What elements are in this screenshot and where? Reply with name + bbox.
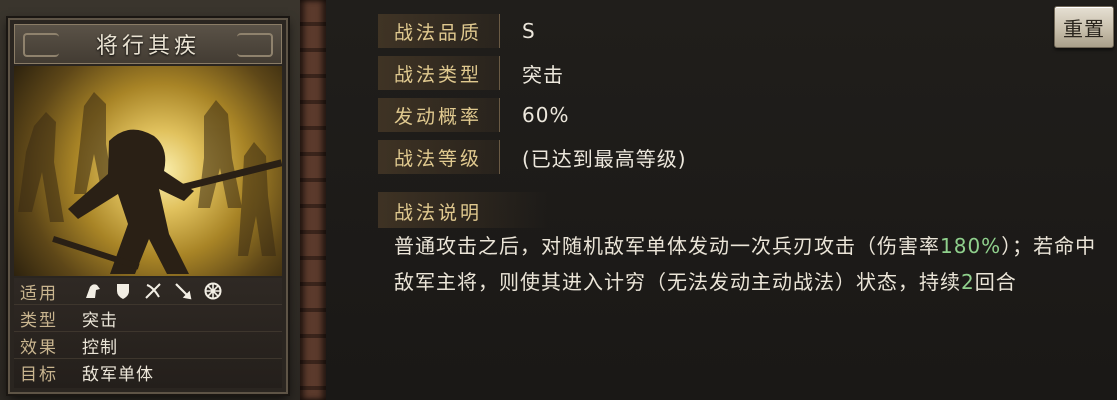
skill-attributes: 适用 类型 突击 效果 控制 目标 敌军单体 (14, 278, 282, 388)
desc-text: 普通攻击之后，对随机敌军单体发动一次兵刃攻击（伤害率 (394, 234, 940, 258)
detail-row-quality: 战法品质 S (378, 14, 536, 48)
skill-description: 普通攻击之后，对随机敌军单体发动一次兵刃攻击（伤害率180%）；若命中敌军主将，… (394, 228, 1099, 300)
reset-button[interactable]: 重置 (1054, 6, 1114, 48)
type-label: 战法类型 (378, 56, 500, 90)
skill-card: 将行其疾 适用 类型 突击 效果 控制 目标 敌军单体 (8, 18, 288, 394)
attr-label: 类型 (20, 310, 58, 331)
skill-artwork (14, 66, 282, 276)
description-label: 战法说明 (394, 202, 483, 224)
skill-card-title-bar: 将行其疾 (14, 24, 282, 64)
attr-label: 目标 (20, 364, 58, 385)
detail-row-chance: 发动概率 60% (378, 98, 569, 132)
level-value: (已达到最高等级) (522, 146, 687, 171)
bow-archer-icon (142, 280, 164, 302)
troop-type-icons (82, 280, 224, 302)
attr-value: 敌军单体 (82, 364, 154, 385)
attr-label: 效果 (20, 337, 58, 358)
attr-row-target: 目标 敌军单体 (14, 359, 282, 385)
attr-label: 适用 (20, 283, 58, 304)
cavalry-icon (82, 280, 104, 302)
chance-label: 发动概率 (378, 98, 500, 132)
damage-rate-value: 180% (940, 234, 1002, 258)
quality-label: 战法品质 (378, 14, 500, 48)
level-label: 战法等级 (378, 140, 500, 174)
attr-row-type: 类型 突击 (14, 305, 282, 332)
wheel-siege-icon (202, 280, 224, 302)
duration-value: 2 (961, 270, 975, 294)
skill-name: 将行其疾 (95, 34, 200, 59)
attr-value: 突击 (82, 310, 118, 331)
detail-row-type: 战法类型 突击 (378, 56, 564, 90)
chance-value: 60% (522, 103, 570, 127)
attr-row-applicable: 适用 (14, 278, 282, 305)
shield-infantry-icon (112, 280, 134, 302)
divider-wall (300, 0, 326, 400)
warrior-silhouettes-illustration (18, 92, 282, 274)
spear-icon (172, 280, 194, 302)
quality-value: S (522, 19, 536, 43)
desc-text: 回合 (974, 270, 1017, 294)
attr-row-effect: 效果 控制 (14, 332, 282, 359)
type-value: 突击 (522, 62, 564, 87)
detail-row-level: 战法等级 (已达到最高等级) (378, 140, 687, 174)
attr-value: 控制 (82, 337, 118, 358)
